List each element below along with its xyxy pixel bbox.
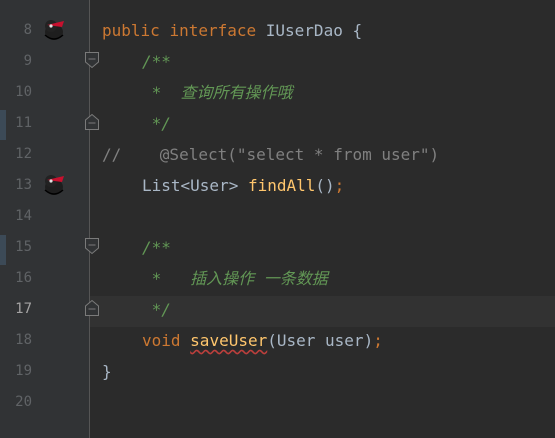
code-line-19[interactable]: } [102,356,112,387]
line-number: 13 [15,177,32,193]
fold-icon[interactable] [84,237,100,255]
line-number: 14 [15,208,32,224]
code-line-16[interactable]: * 插入操作 一条数据 [142,263,328,294]
code-line-12[interactable]: // @Select("select * from user") [102,139,439,170]
strip-marker [0,110,6,140]
fold-icon[interactable] [84,299,100,317]
fold-icon[interactable] [84,51,100,69]
open-brace: { [352,21,363,40]
line-number: 19 [15,363,32,379]
params: (User user) [267,331,374,350]
interface-name: IUserDao [265,21,353,40]
line-number: 15 [15,239,32,255]
method-saveuser: saveUser [190,331,268,350]
line-number: 10 [15,84,32,100]
line-number: 18 [15,332,32,348]
code-editor[interactable]: 8 9 10 11 12 13 14 15 16 17 18 19 20 pub… [0,0,555,438]
fold-icon[interactable] [84,113,100,131]
keyword-public: public [102,21,170,40]
line-number: 12 [15,146,32,162]
code-line-18[interactable]: void saveUser(User user); [142,325,383,356]
code-line-10[interactable]: * 查询所有操作哦 [142,77,293,108]
keyword-interface: interface [169,21,266,40]
code-line-17[interactable]: */ [142,294,171,325]
line-number: 8 [23,22,32,38]
line-number-current: 17 [15,301,32,317]
code-line-11[interactable]: */ [142,108,171,139]
code-line-9[interactable]: /** [142,46,171,77]
line-number: 16 [15,270,32,286]
mybatis-bird-icon[interactable] [40,172,68,198]
semicolon: ; [373,331,383,350]
code-line-15[interactable]: /** [142,232,171,263]
strip-marker [0,235,6,265]
return-type: List<User> [142,176,248,195]
method-findall: findAll [247,176,316,195]
code-line-13[interactable]: List<User> findAll(); [142,170,344,201]
semicolon: ; [334,176,345,195]
left-tool-strip [0,0,8,438]
mybatis-bird-icon[interactable] [40,17,68,43]
keyword-void: void [142,331,191,350]
code-line-8[interactable]: public interface IUserDao { [102,15,362,46]
parens: () [315,176,335,195]
line-number: 20 [15,394,32,410]
line-number: 11 [15,115,32,131]
line-number: 9 [23,53,32,69]
